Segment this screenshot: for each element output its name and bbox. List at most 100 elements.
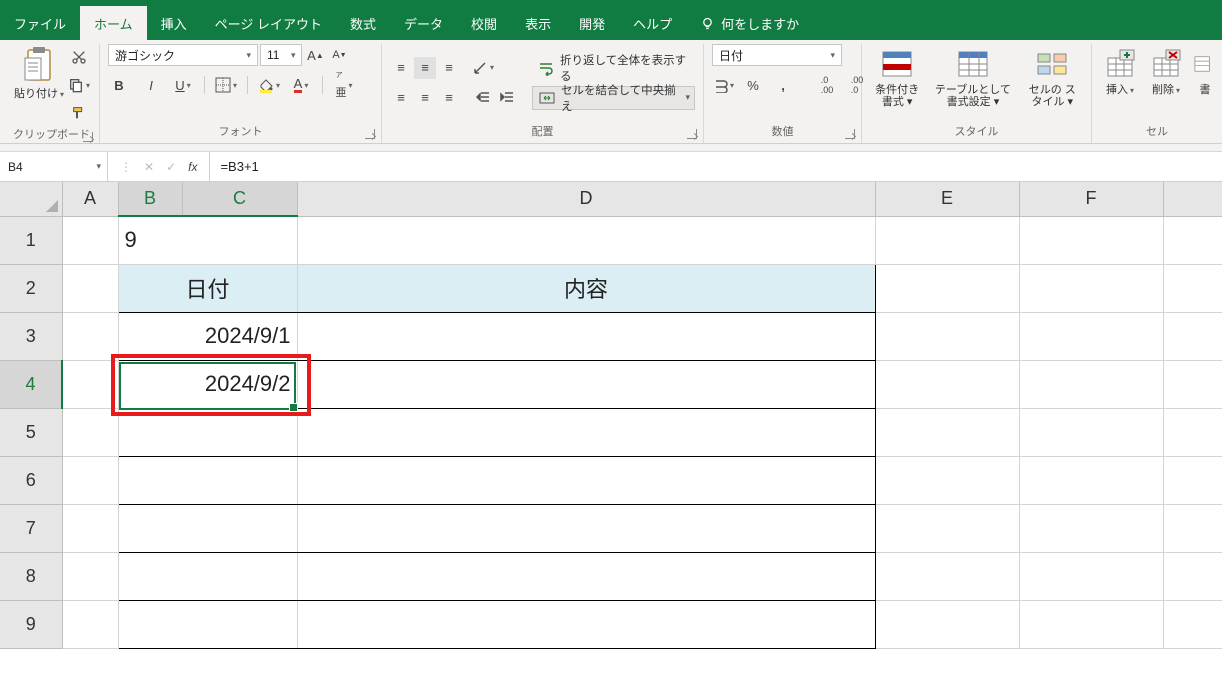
row-header-9[interactable]: 9 (0, 600, 62, 648)
tab-data[interactable]: データ (390, 6, 457, 40)
cell-D2[interactable]: 内容 (297, 264, 875, 312)
align-left[interactable]: ≡ (390, 87, 412, 109)
comma-format[interactable]: , (772, 74, 794, 96)
cell-A2[interactable] (62, 264, 118, 312)
insert-cells-button[interactable]: 挿入 (1100, 44, 1140, 98)
cell-D7[interactable] (297, 504, 875, 552)
borders-button[interactable] (215, 74, 237, 96)
cell-D4[interactable] (297, 360, 875, 408)
cell-F4[interactable] (1019, 360, 1163, 408)
number-format-combo[interactable]: 日付 (712, 44, 842, 66)
cancel-formula[interactable]: ✕ (144, 160, 154, 174)
row-header-6[interactable]: 6 (0, 456, 62, 504)
font-color-button[interactable]: A (290, 74, 312, 96)
enter-formula[interactable]: ✓ (166, 160, 176, 174)
row-header-2[interactable]: 2 (0, 264, 62, 312)
col-header-C[interactable]: C (182, 182, 297, 216)
cell-G9[interactable] (1163, 600, 1222, 648)
alignment-dialog-launcher[interactable] (687, 129, 697, 139)
row-header-5[interactable]: 5 (0, 408, 62, 456)
decrease-font-size[interactable]: A▼ (328, 44, 350, 66)
cell-D3[interactable] (297, 312, 875, 360)
cell-B7-merged[interactable] (118, 504, 297, 552)
cell-D5[interactable] (297, 408, 875, 456)
tab-help[interactable]: ヘルプ (619, 6, 686, 40)
row-header-8[interactable]: 8 (0, 552, 62, 600)
cell-G3[interactable] (1163, 312, 1222, 360)
cell-B6-merged[interactable] (118, 456, 297, 504)
accounting-format[interactable] (712, 74, 734, 96)
cell-B3-merged[interactable]: 2024/9/1 (118, 312, 297, 360)
cut-button[interactable] (68, 46, 90, 68)
cell-styles-button[interactable]: セルの スタイル ▾ (1022, 44, 1083, 110)
insert-function[interactable]: fx (188, 160, 197, 174)
font-name-combo[interactable]: 游ゴシック (108, 44, 258, 66)
font-size-combo[interactable]: 11 (260, 44, 302, 66)
cell-A4[interactable] (62, 360, 118, 408)
format-as-table-button[interactable]: テーブルとして 書式設定 ▾ (928, 44, 1017, 110)
delete-cells-button[interactable]: 削除 (1146, 44, 1186, 98)
cell-E5[interactable] (875, 408, 1019, 456)
cell-B1[interactable]: 9 (118, 216, 297, 264)
cell-F8[interactable] (1019, 552, 1163, 600)
align-right[interactable]: ≡ (438, 87, 460, 109)
col-header-B[interactable]: B (118, 182, 182, 216)
clipboard-dialog-launcher[interactable] (83, 132, 93, 142)
cell-A1[interactable] (62, 216, 118, 264)
cell-F6[interactable] (1019, 456, 1163, 504)
conditional-formatting-button[interactable]: 条件付き 書式 ▾ (870, 44, 924, 110)
cell-B2-merged[interactable]: 日付 (118, 264, 297, 312)
cell-E1[interactable] (875, 216, 1019, 264)
tell-me-search[interactable]: 何をしますか (686, 6, 813, 40)
increase-font-size[interactable]: A▲ (304, 44, 326, 66)
cell-G5[interactable] (1163, 408, 1222, 456)
cell-D9[interactable] (297, 600, 875, 648)
copy-button[interactable] (68, 74, 90, 96)
phonetic-button[interactable]: ア亜 (333, 74, 355, 96)
row-header-1[interactable]: 1 (0, 216, 62, 264)
percent-format[interactable]: % (742, 74, 764, 96)
select-all-triangle[interactable] (0, 182, 62, 216)
align-top[interactable]: ≡ (390, 57, 412, 79)
format-painter-button[interactable] (68, 102, 90, 124)
row-header-7[interactable]: 7 (0, 504, 62, 552)
cell-D1[interactable] (297, 216, 875, 264)
cell-E4[interactable] (875, 360, 1019, 408)
increase-decimal[interactable]: .0.00 (816, 74, 838, 96)
col-header-D[interactable]: D (297, 182, 875, 216)
cell-D6[interactable] (297, 456, 875, 504)
cell-F7[interactable] (1019, 504, 1163, 552)
cell-B5-merged[interactable] (118, 408, 297, 456)
tab-review[interactable]: 校閲 (457, 6, 511, 40)
align-middle[interactable]: ≡ (414, 57, 436, 79)
cell-A7[interactable] (62, 504, 118, 552)
col-header-E[interactable]: E (875, 182, 1019, 216)
underline-button[interactable]: U (172, 74, 194, 96)
increase-indent[interactable] (496, 87, 518, 109)
fill-color-button[interactable] (258, 74, 280, 96)
cell-G7[interactable] (1163, 504, 1222, 552)
cell-F5[interactable] (1019, 408, 1163, 456)
number-dialog-launcher[interactable] (845, 129, 855, 139)
tab-view[interactable]: 表示 (511, 6, 565, 40)
col-header-A[interactable]: A (62, 182, 118, 216)
cell-A6[interactable] (62, 456, 118, 504)
cell-F3[interactable] (1019, 312, 1163, 360)
cell-E8[interactable] (875, 552, 1019, 600)
tab-page-layout[interactable]: ページ レイアウト (201, 6, 336, 40)
font-dialog-launcher[interactable] (365, 129, 375, 139)
align-center[interactable]: ≡ (414, 87, 436, 109)
merge-center-button[interactable]: セルを結合して中央揃え (532, 86, 695, 110)
cell-F1[interactable] (1019, 216, 1163, 264)
align-bottom[interactable]: ≡ (438, 57, 460, 79)
orientation-button[interactable] (472, 57, 494, 79)
cell-G1[interactable] (1163, 216, 1222, 264)
bold-button[interactable]: B (108, 74, 130, 96)
cell-B4-merged[interactable]: 2024/9/2 (118, 360, 297, 408)
cell-B9-merged[interactable] (118, 600, 297, 648)
cell-F9[interactable] (1019, 600, 1163, 648)
cell-G6[interactable] (1163, 456, 1222, 504)
cell-A9[interactable] (62, 600, 118, 648)
cell-G8[interactable] (1163, 552, 1222, 600)
cell-E9[interactable] (875, 600, 1019, 648)
